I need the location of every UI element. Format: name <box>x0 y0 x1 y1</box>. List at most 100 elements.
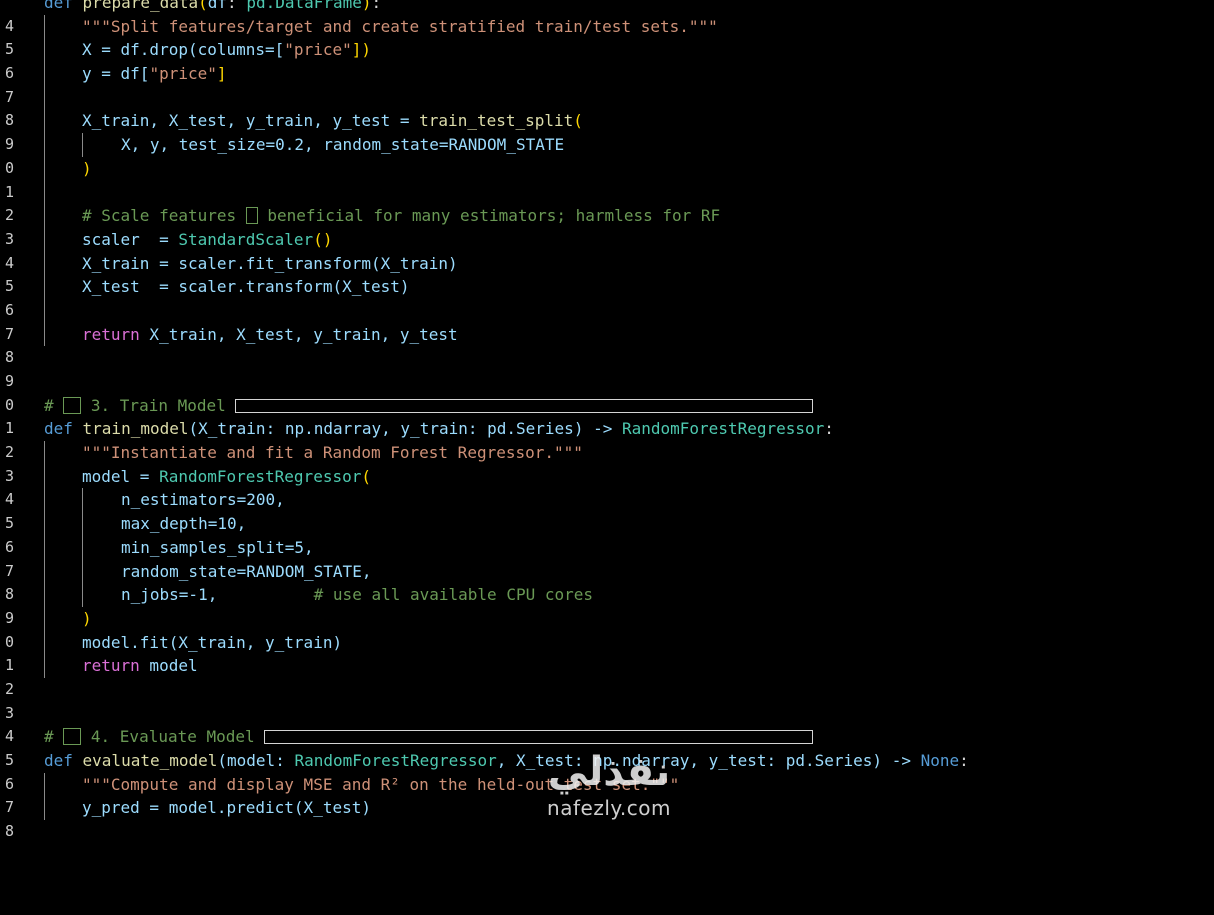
code-line[interactable]: 0 ) <box>0 606 1214 651</box>
indent-guide <box>44 535 45 560</box>
indent-guide <box>82 133 83 157</box>
code-line[interactable]: 7 min_samples_split=5, <box>0 535 1214 580</box>
comment-text: # <box>44 395 64 415</box>
indent-guide <box>44 133 45 157</box>
code-line[interactable]: 0 X, y, test_size=0.2, random_state=RAND… <box>0 133 1214 177</box>
code-line[interactable]: 8 random_state=RANDOM_STATE, <box>0 559 1214 603</box>
comment-text: beneficial for many estimators; harmless… <box>257 206 721 226</box>
code-line[interactable]: 5 """Split features/target and create st… <box>0 14 1214 58</box>
code-token: ] <box>216 64 227 84</box>
indent-guide <box>44 62 45 86</box>
line-number: 8 <box>4 822 14 841</box>
code-line[interactable]: 8 <box>0 85 1214 129</box>
indent-guide <box>44 204 45 228</box>
code-token: y = df[ <box>82 64 150 84</box>
code-token: n_jobs=-1, <box>121 585 218 605</box>
indent-guide <box>44 227 45 252</box>
code-line[interactable]: 8 return X_train, X_test, y_train, y_tes… <box>0 322 1214 366</box>
indent-guide <box>82 559 83 584</box>
code-token: ( <box>198 0 208 12</box>
code-token: max_depth=10, <box>121 514 247 534</box>
code-token: "price" <box>149 64 217 84</box>
code-line[interactable]: 3 # Scale features beneficial for many e… <box>0 204 1214 248</box>
code-line[interactable]: 9 X_train, X_test, y_train, y_test = tra… <box>0 109 1214 153</box>
code-token: return <box>82 324 140 344</box>
code-token: pd.DataFrame <box>246 0 362 12</box>
comment-text: # Scale features <box>82 206 246 226</box>
code-token: RandomForestRegressor <box>159 466 362 486</box>
comment-text: # use all available CPU cores <box>217 585 594 605</box>
code-editor[interactable]: 4 def prepare_data(df: pd.DataFrame): 5 … <box>0 0 1214 840</box>
watermark: نفذلي nafezly.com <box>534 748 684 828</box>
code-token: X = df.drop(columns=[ <box>82 40 285 60</box>
code-token: RandomForestRegressor <box>621 419 825 439</box>
code-token: train_test_split <box>419 111 574 131</box>
code-token: def <box>44 751 83 770</box>
unknown-glyph-icon <box>63 396 82 414</box>
code-token: X_train, X_test, y_train, y_test = <box>82 111 420 131</box>
code-token: None <box>920 751 960 770</box>
indent-guide <box>44 464 45 489</box>
code-token: ( <box>573 111 583 131</box>
code-token: ( <box>361 466 371 486</box>
code-line[interactable]: 1 model.fit(X_train, y_train) <box>0 630 1214 674</box>
code-line[interactable]: 0 <box>0 370 1214 414</box>
code-line[interactable]: 4 def prepare_data(df: pd.DataFrame): <box>0 0 1214 35</box>
code-token: X, y, test_size=0.2, random_state=RANDOM… <box>121 135 565 155</box>
code-token: y_pred = model.predict(X_test) <box>82 798 371 818</box>
indent-guide <box>44 796 45 821</box>
code-line[interactable]: 6 X = df.drop(columns=["price"]) <box>0 38 1214 82</box>
unknown-glyph-icon <box>63 728 82 746</box>
code-line[interactable]: 1 ) <box>0 156 1214 201</box>
indent-guide <box>82 488 83 513</box>
code-line[interactable]: 6 X_test = scaler.transform(X_test) <box>0 275 1214 319</box>
watermark-arabic-text: نفذلي <box>547 749 671 795</box>
code-token: ) <box>82 158 92 178</box>
divider-glyphs <box>235 398 814 413</box>
code-token: ) <box>361 0 372 12</box>
code-token: RandomForestRegressor <box>294 751 497 770</box>
indent-guide <box>44 38 45 63</box>
code-token: (model: <box>217 751 295 770</box>
code-line[interactable]: 4 model = RandomForestRegressor( <box>0 464 1214 508</box>
code-line[interactable]: 2 return model <box>0 654 1214 698</box>
code-token: min_samples_split=5, <box>121 537 314 557</box>
code-token: : <box>824 419 834 439</box>
code-line[interactable]: 2 def train_model(X_train: np.ndarray, y… <box>0 417 1214 461</box>
indent-guide <box>44 583 45 607</box>
code-token: scaler = <box>82 229 179 249</box>
indent-guide <box>44 606 45 631</box>
code-line[interactable]: 9 <box>0 346 1214 390</box>
indent-guide <box>44 14 45 39</box>
code-line[interactable]: 1 # 3. Train Model <box>0 394 1214 437</box>
code-token: def <box>44 0 73 12</box>
code-token: "price" <box>284 40 352 60</box>
indent-guide <box>44 488 45 513</box>
docstring: """Instantiate and fit a Random Forest R… <box>82 443 583 463</box>
indent-guide <box>44 251 45 276</box>
code-token: model = <box>82 466 160 486</box>
indent-guide <box>44 772 45 797</box>
code-line[interactable]: 5 n_estimators=200, <box>0 488 1214 532</box>
indent-guide <box>44 109 45 134</box>
code-token: return <box>82 656 140 676</box>
code-line[interactable]: 7 <box>0 298 1214 343</box>
code-token: df <box>207 0 228 12</box>
indent-guide <box>44 156 45 181</box>
code-line[interactable]: 6 max_depth=10, <box>0 512 1214 556</box>
code-line[interactable]: 5 # 4. Evaluate Model <box>0 725 1214 769</box>
code-line[interactable]: 4 <box>0 702 1214 745</box>
indent-guide <box>82 512 83 536</box>
code-token: ) <box>82 608 92 628</box>
code-line[interactable]: 5 X_train = scaler.fit_transform(X_train… <box>0 251 1214 295</box>
code-token: X_test = scaler.transform(X_test) <box>82 277 410 297</box>
code-line[interactable]: 3 """Instantiate and fit a Random Forest… <box>0 441 1214 485</box>
code-token: prepare_data <box>82 0 199 12</box>
code-token: model.fit(X_train, y_train) <box>82 632 343 652</box>
code-line[interactable]: 3 <box>0 678 1214 722</box>
code-line[interactable]: 9 n_jobs=-1, # use all available CPU cor… <box>0 583 1214 627</box>
indent-guide <box>44 275 45 299</box>
code-line[interactable]: 7 y = df["price"] <box>0 62 1214 106</box>
code-line[interactable]: 2 <box>0 180 1214 224</box>
code-line[interactable]: 4 scaler = StandardScaler() <box>0 227 1214 272</box>
